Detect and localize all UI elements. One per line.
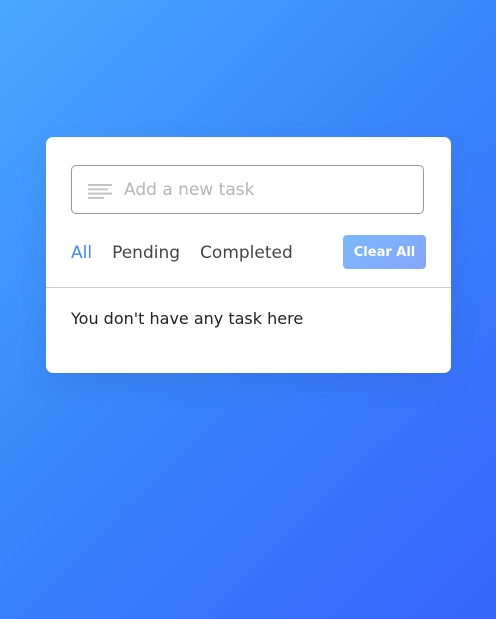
filter-completed[interactable]: Completed xyxy=(200,243,293,263)
filter-all[interactable]: All xyxy=(71,243,92,263)
todo-card: All Pending Completed Clear All You don'… xyxy=(46,137,451,373)
filter-pending[interactable]: Pending xyxy=(112,243,180,263)
task-input[interactable] xyxy=(124,166,414,213)
list-lines-icon xyxy=(88,184,112,199)
clear-all-button[interactable]: Clear All xyxy=(343,235,426,269)
filter-tabs: All Pending Completed xyxy=(71,241,313,265)
empty-task-message: You don't have any task here xyxy=(71,309,304,328)
divider xyxy=(46,287,451,288)
task-input-container[interactable] xyxy=(71,165,424,214)
